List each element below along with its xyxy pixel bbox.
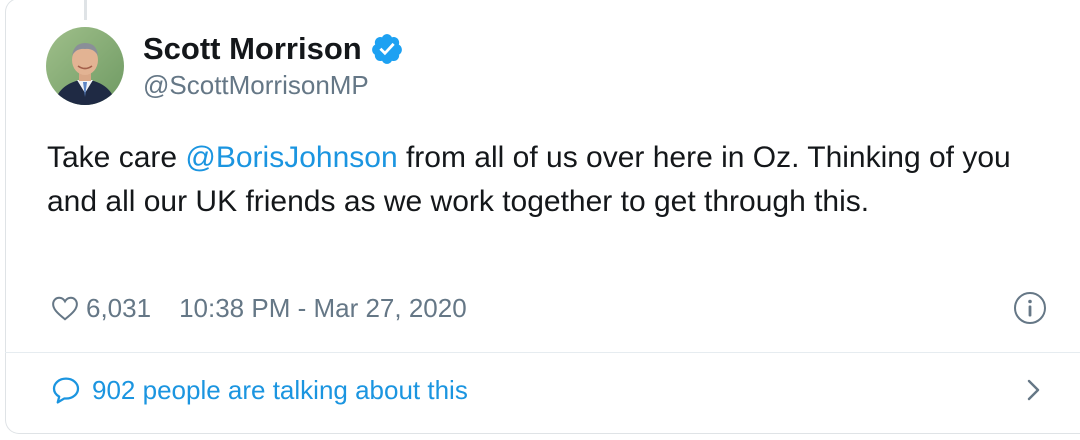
heart-icon[interactable] [50,293,80,323]
tweet-meta: 6,031 10:38 PM - Mar 27, 2020 [50,290,467,326]
divider [5,352,1080,353]
avatar[interactable] [46,27,124,105]
mention-link[interactable]: @BorisJohnson [185,141,397,174]
speech-bubble-icon [52,377,80,404]
like-count[interactable]: 6,031 [86,293,151,324]
thread-line [84,0,87,20]
timestamp[interactable]: 10:38 PM - Mar 27, 2020 [179,293,467,324]
info-icon[interactable] [1013,291,1047,325]
author-name[interactable]: Scott Morrison [143,30,362,68]
verified-badge-icon [370,32,404,66]
author-name-row[interactable]: Scott Morrison [143,30,404,68]
chevron-right-icon[interactable] [1020,375,1048,405]
talking-count[interactable]: 902 people are talking about this [92,375,468,406]
tweet-text: Take care @BorisJohnson from all of us o… [47,136,1047,224]
conversation-link[interactable]: 902 people are talking about this [50,372,468,408]
author-handle[interactable]: @ScottMorrisonMP [143,69,369,101]
tweet-text-start: Take care [47,141,186,174]
